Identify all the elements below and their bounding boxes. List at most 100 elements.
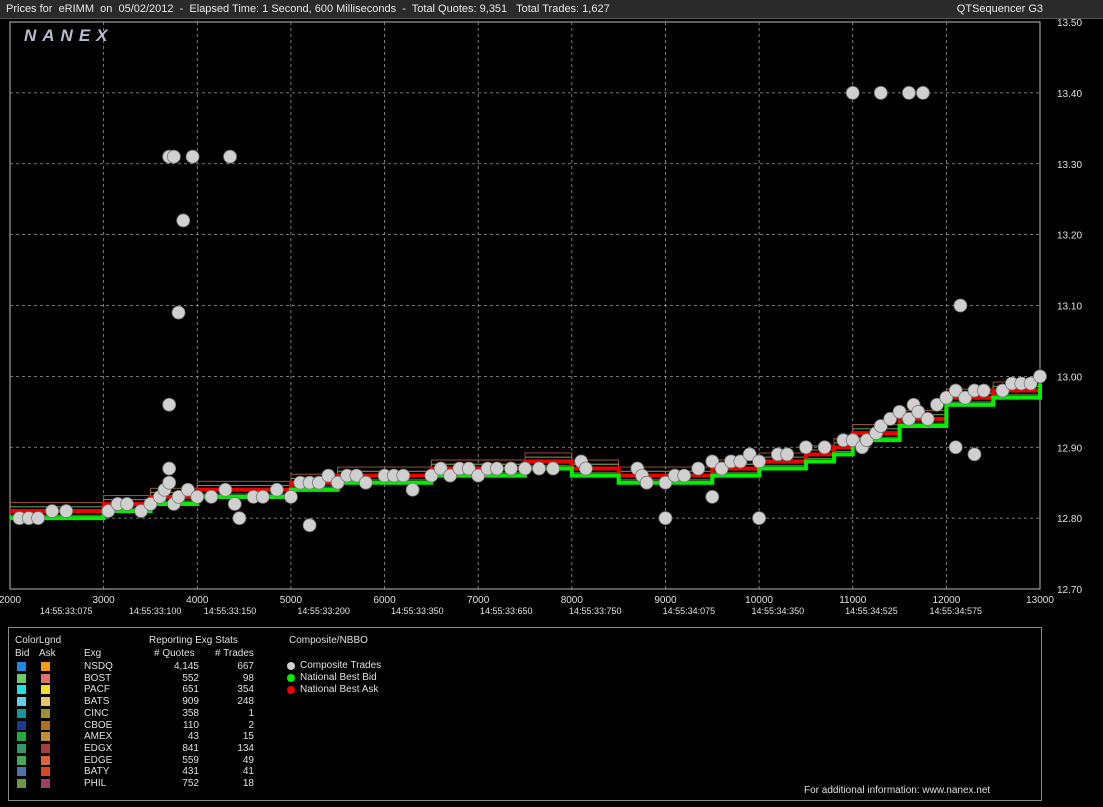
trade-point (269, 482, 284, 497)
legend-panel: ColorLgnd Bid Ask Exg Reporting Exg Stat… (8, 627, 1042, 801)
ask-swatch (41, 732, 50, 742)
trade-point (218, 482, 233, 497)
ask-header: Ask (39, 648, 56, 659)
exchange-name: PACF (84, 684, 110, 696)
trade-count: 2 (248, 719, 254, 731)
trade-count: 41 (242, 766, 254, 778)
quote-count: 110 (183, 719, 199, 731)
trade-point (45, 504, 60, 518)
trade-point (171, 305, 186, 320)
y-tick-label: 13.50 (1057, 18, 1082, 29)
trade-point (59, 504, 74, 518)
y-tick-label: 12.70 (1057, 585, 1082, 596)
trade-count: 98 (242, 672, 254, 684)
y-tick-label: 13.00 (1057, 372, 1082, 383)
x-tick-label: 5000 (280, 595, 303, 606)
x-tick-label: 11000 (839, 595, 867, 606)
trade-point (799, 440, 813, 455)
quote-count: 552 (182, 672, 199, 684)
exchange-name: CINC (84, 707, 109, 719)
bid-swatch (17, 697, 26, 707)
y-tick-label: 13.10 (1057, 302, 1082, 313)
trade-point (255, 489, 270, 504)
quote-count: 358 (182, 707, 199, 719)
trade-point (546, 461, 560, 476)
bid-swatch (17, 779, 26, 788)
x-tick-label: 12000 (932, 595, 960, 606)
bid-swatch (17, 720, 26, 730)
trade-point (166, 149, 181, 164)
color-legend-label: ColorLgnd (15, 635, 62, 646)
x-tick-label: 3000 (93, 595, 116, 606)
bid-swatch (17, 673, 26, 683)
trade-point (920, 411, 935, 426)
quote-count: 651 (182, 684, 199, 696)
trade-point (232, 511, 247, 526)
time-label: 14:55:33:750 (569, 606, 622, 616)
bid-swatch (17, 743, 26, 753)
y-tick-label: 12.90 (1057, 443, 1082, 454)
y-tick-label: 13.20 (1057, 231, 1082, 242)
x-tick-label: 6000 (373, 595, 396, 606)
stats-title: Reporting Exg Stats (149, 635, 238, 646)
ask-swatch (41, 697, 50, 707)
trade-point (176, 213, 191, 228)
ask-swatch (41, 720, 50, 730)
trade-point (358, 475, 373, 490)
y-axis: 12.70 12.80 12.90 13.00 13.10 13.20 13.30 13.40… (1057, 18, 1082, 596)
y-tick-label: 13.40 (1057, 89, 1082, 100)
time-label: 14:55:33:075 (40, 606, 93, 616)
trade-point (691, 461, 706, 476)
trade-point (752, 454, 766, 469)
trade-point (705, 489, 720, 504)
trade-count: 15 (242, 731, 254, 743)
trade-point (190, 489, 205, 504)
trade-point (490, 461, 504, 476)
exchange-name: BATS (84, 696, 110, 708)
bid-swatch (17, 662, 26, 671)
trade-count: 18 (242, 778, 254, 789)
trade-point (976, 383, 991, 398)
composite-title: Composite/NBBO (289, 635, 368, 646)
x-tick-label: 8000 (561, 595, 584, 606)
exg-header: Exg (84, 648, 102, 659)
time-label: 14:55:33:200 (297, 606, 350, 616)
exchange-name: PHIL (84, 778, 107, 789)
trade-point (639, 475, 654, 490)
trade-point (504, 461, 518, 476)
x-tick-label: 7000 (467, 595, 490, 606)
trade-count: 49 (242, 754, 254, 766)
quote-count: 43 (187, 731, 199, 743)
bid-header: Bid (15, 648, 30, 659)
price-chart: 12.70 12.80 12.90 13.00 13.10 13.20 13.30 13.40… (0, 18, 1082, 616)
trade-point (1033, 369, 1047, 384)
trade-point (405, 482, 420, 497)
trade-point (677, 468, 692, 483)
trade-point (518, 461, 532, 476)
footer-info: For additional information: www.nanex.ne… (804, 785, 991, 796)
time-label: 14:55:34:075 (663, 606, 716, 616)
exchange-name: BOST (84, 672, 112, 684)
trade-point (162, 461, 177, 476)
quote-count: 559 (182, 754, 199, 766)
composite-marker (287, 674, 295, 682)
bid-swatch (17, 732, 26, 742)
quotes-header: # Quotes (154, 648, 195, 659)
ask-swatch (41, 685, 50, 695)
trade-point (396, 468, 411, 483)
bid-swatch (17, 755, 26, 765)
exchange-name: CBOE (84, 719, 113, 731)
x-tick-label: 2000 (0, 595, 22, 606)
trade-point (532, 461, 546, 476)
time-label: 14:55:34:350 (752, 606, 805, 616)
trade-point (162, 397, 177, 412)
trade-count: 1 (248, 707, 254, 719)
trade-point (302, 518, 317, 533)
trades-header: # Trades (215, 648, 254, 659)
trade-point (658, 511, 673, 526)
bid-swatch (17, 685, 26, 695)
composite-label: Composite Trades (300, 660, 382, 671)
exchange-name: EDGX (84, 742, 113, 754)
nanex-logo: NANEX (24, 26, 114, 45)
quote-count: 4,145 (173, 661, 199, 672)
